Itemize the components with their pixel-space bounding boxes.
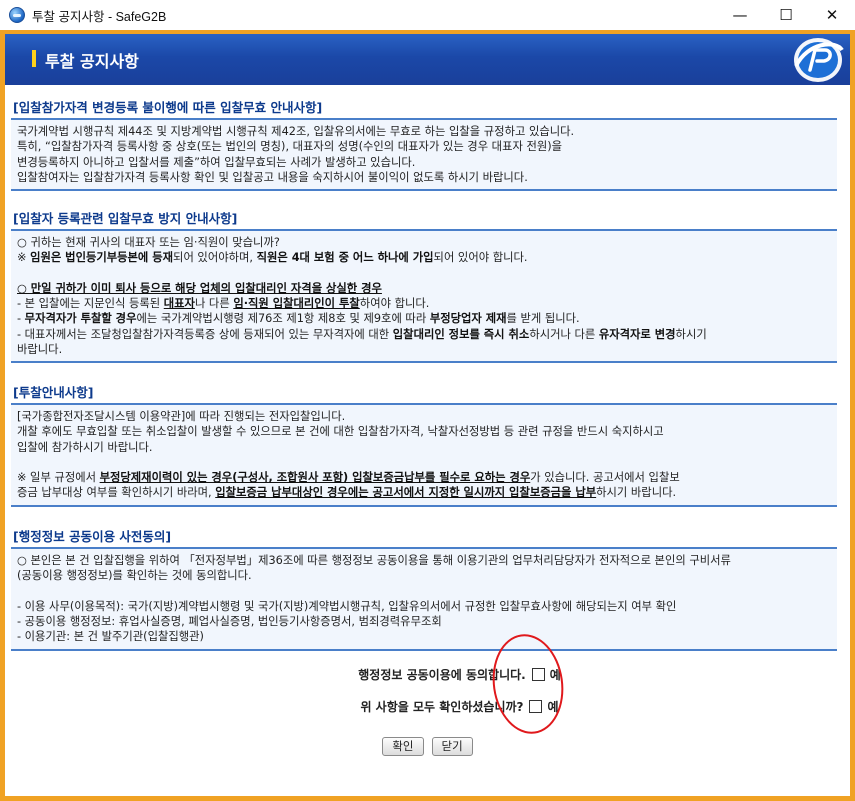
agreement-area: 행정정보 공동이용에 동의합니다. 예 위 사항을 모두 확인하셨습니까? 예: [5, 663, 850, 717]
body-line: 바랍니다.: [17, 343, 63, 357]
dialog-title: 투찰 공지사항: [45, 52, 139, 71]
confirm-button[interactable]: 확인: [382, 737, 424, 756]
e-logo-icon: [794, 38, 844, 82]
close-button[interactable]: ✕: [809, 0, 855, 30]
body-line: - 이용 사무(이용목적): 국가(지방)계약법시행령 및 국가(지방)계약법시…: [17, 599, 677, 613]
maximize-button[interactable]: ☐: [763, 0, 809, 30]
window-controls: — ☐ ✕: [717, 0, 855, 30]
body-line: [국가종합전자조달시스템 이용약관]에 따라 진행되는 전자입찰입니다.: [17, 410, 346, 423]
section-title: [입찰참가자격 변경등록 불이행에 따른 입찰무효 안내사항]: [11, 98, 837, 120]
body-line: ※ 일부 규정에서 부정당제재이력이 있는 경우(구성사, 조합원사 포함) 입…: [17, 471, 680, 485]
notice-section-invalid-bid: [입찰참가자격 변경등록 불이행에 따른 입찰무효 안내사항] 국가계약법 시행…: [11, 98, 837, 192]
body-line: 변경등록하지 아니하고 입찰서를 제출”하여 입찰무효되는 사례가 발생하고 있…: [17, 155, 416, 169]
minimize-button[interactable]: —: [717, 0, 763, 30]
notice-section-registration: [입찰자 등록관련 입찰무효 방지 안내사항] ○ 귀하는 현재 귀사의 대표자…: [11, 209, 837, 364]
app-icon: [9, 7, 25, 23]
section-title: [입찰자 등록관련 입찰무효 방지 안내사항]: [11, 209, 837, 231]
body-line: (공동이용 행정정보)를 확인하는 것에 동의합니다.: [17, 569, 252, 583]
body-line: 입찰에 참가하시기 바랍니다.: [17, 440, 153, 454]
body-line: ○ 귀하는 현재 귀사의 대표자 또는 임·직원이 맞습니까?: [17, 236, 280, 249]
body-line: - 대표자께서는 조달청입찰참가자격등록증 상에 등재되어 있는 무자격자에 대…: [17, 327, 707, 341]
section-body: [국가종합전자조달시스템 이용약관]에 따라 진행되는 전자입찰입니다. 개찰 …: [11, 405, 837, 507]
body-line: - 공동이용 행정정보: 휴업사실증명, 폐업사실증명, 법인등기사항증명서, …: [17, 615, 442, 629]
button-bar: 확인 닫기: [5, 737, 850, 756]
body-line: 입찰참여자는 입찰참가자격 등록사항 확인 및 입찰공고 내용을 숙지하시어 불…: [17, 170, 528, 184]
body-line: ○ 본인은 본 건 입찰집행을 위하여 「전자정부법」제36조에 따른 행정정보…: [17, 554, 731, 567]
section-body: 국가계약법 시행규칙 제44조 및 지방계약법 시행규칙 제42조, 입찰유의서…: [11, 120, 837, 192]
body-line: ○ 만일 귀하가 이미 퇴사 등으로 해당 업체의 입찰대리인 자격을 상실한 …: [17, 281, 382, 295]
body-line: 국가계약법 시행규칙 제44조 및 지방계약법 시행규칙 제42조, 입찰유의서…: [17, 125, 575, 138]
body-line: 증금 납부대상 여부를 확인하시기 바라며, 입찰보증금 납부대상인 경우에는 …: [17, 486, 677, 500]
notice-section-info-sharing: [행정정보 공동이용 사전동의] ○ 본인은 본 건 입찰집행을 위하여 「전자…: [11, 527, 837, 651]
close-dialog-button[interactable]: 닫기: [431, 737, 473, 756]
body-line: - 본 입찰에는 지문인식 등록된 대표자나 다른 임·직원 입찰대리인이 투찰…: [17, 297, 430, 311]
header-accent-bar: [32, 50, 36, 67]
window-title: 투찰 공지사항 - SafeG2B: [32, 9, 167, 24]
dialog-header: 투찰 공지사항: [5, 34, 850, 85]
body-line: 특히, “입찰참가자격 등록사항 중 상호(또는 법인의 명칭), 대표자의 성…: [17, 140, 563, 154]
section-title: [투찰안내사항]: [11, 383, 837, 405]
body-line: - 이용기관: 본 건 발주기관(입찰집행관): [17, 630, 204, 644]
notice-section-bidding-guide: [투찰안내사항] [국가종합전자조달시스템 이용약관]에 따라 진행되는 전자입…: [11, 383, 837, 507]
dialog-frame: 투찰 공지사항 [입찰참가자격 변경등록 불이행에 따른 입찰무효 안내사항] …: [0, 30, 855, 801]
section-title: [행정정보 공동이용 사전동의]: [11, 527, 837, 549]
body-line: - 무자격자가 투찰할 경우에는 국가계약법시행령 제76조 제1항 제8호 및…: [17, 312, 580, 326]
section-body: ○ 본인은 본 건 입찰집행을 위하여 「전자정부법」제36조에 따른 행정정보…: [11, 549, 837, 651]
window-titlebar: 투찰 공지사항 - SafeG2B — ☐ ✕: [0, 0, 855, 30]
section-body: ○ 귀하는 현재 귀사의 대표자 또는 임·직원이 맞습니까? ※ 임원은 법인…: [11, 231, 837, 364]
agree-row-confirm: 위 사항을 모두 확인하셨습니까? 예: [5, 695, 850, 717]
body-line: ※ 임원은 법인등기부등본에 등재되어 있어야하며, 직원은 4대 보험 중 어…: [17, 251, 528, 265]
body-line: 개찰 후에도 무효입찰 또는 취소입찰이 발생할 수 있으므로 본 건에 대한 …: [17, 425, 664, 439]
agree-row-info-sharing: 행정정보 공동이용에 동의합니다. 예: [5, 663, 850, 685]
